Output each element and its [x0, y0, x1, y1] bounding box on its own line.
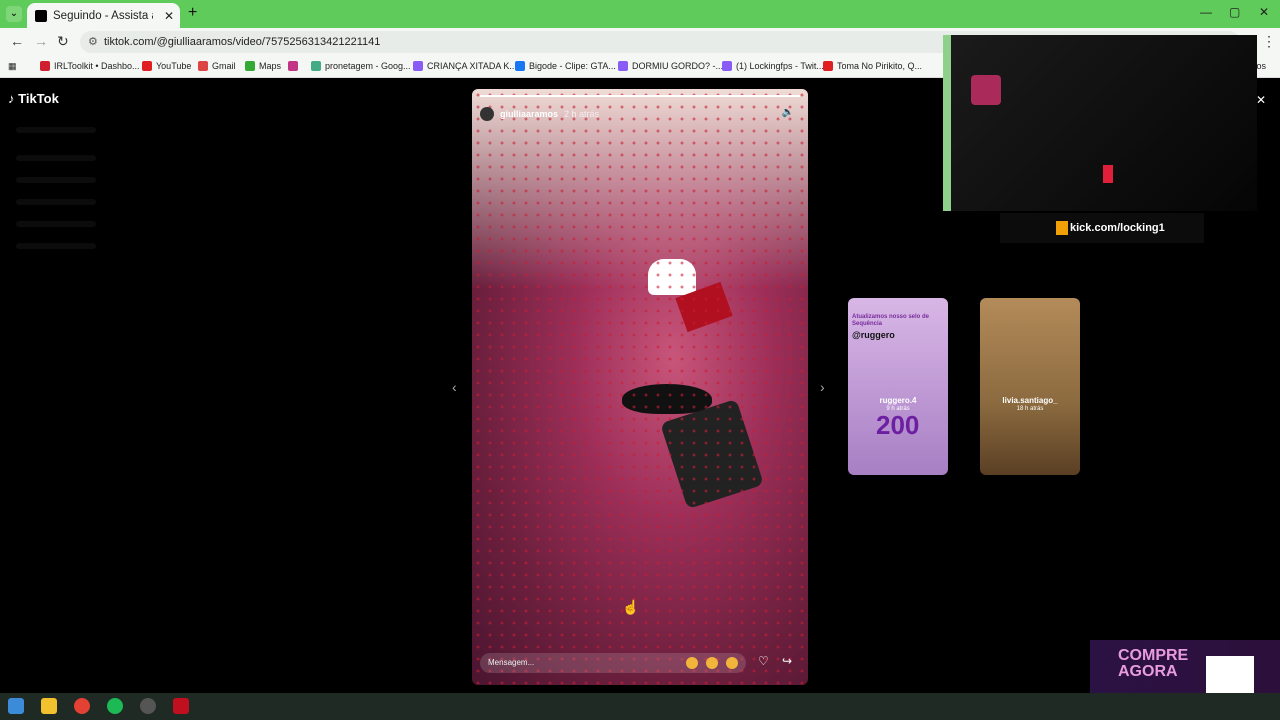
bookmark-favicon-icon: [245, 61, 255, 71]
bookmark-item[interactable]: pronetagem - Goog...: [311, 61, 411, 71]
bookmark-item[interactable]: [288, 61, 302, 71]
story-progress-fill: [480, 95, 800, 97]
bookmark-favicon-icon: [40, 61, 50, 71]
bookmark-label: IRLToolkit • Dashbo...: [54, 61, 140, 71]
kick-logo-icon: [1056, 221, 1068, 235]
bookmark-favicon-icon: [722, 61, 732, 71]
card-big-number: 200: [876, 410, 920, 440]
bookmark-item[interactable]: (1) Lockingfps - Twit...: [722, 61, 824, 71]
bookmark-label: DORMIU GORDO? -...: [632, 61, 724, 71]
browser-tab-strip: ⌄ Seguindo - Assista aos vídeos ✕ + — ▢ …: [0, 0, 1280, 28]
kick-url: kick.com/locking1: [1070, 222, 1165, 234]
card-time: 18 h atrás: [1016, 406, 1044, 412]
sidebar-placeholder: [16, 155, 96, 161]
webcam-edge: [943, 35, 951, 211]
back-arrow-icon[interactable]: ←: [10, 33, 24, 49]
bookmark-item[interactable]: IRLToolkit • Dashbo...: [40, 61, 140, 71]
bookmark-label: Gmail: [212, 61, 236, 71]
bookmark-favicon-icon: [413, 61, 423, 71]
app-icon[interactable]: [173, 698, 189, 714]
story-card-livia[interactable]: livia.santiago_ 18 h atrás: [980, 298, 1080, 475]
new-tab-button[interactable]: +: [188, 4, 197, 22]
tab-search-button[interactable]: ⌄: [6, 6, 22, 22]
bookmark-item[interactable]: YouTube: [142, 61, 191, 71]
bookmark-label: Bigode - Clipe: GTA...: [529, 61, 616, 71]
tab-title: Seguindo - Assista aos vídeos: [53, 9, 153, 22]
webcam-light: [1103, 165, 1113, 183]
bookmark-favicon-icon: [311, 61, 321, 71]
bookmark-item[interactable]: DORMIU GORDO? -...: [618, 61, 723, 71]
dots-filter-overlay: [472, 89, 808, 685]
windows-start-icon[interactable]: [8, 698, 24, 714]
menu-icon[interactable]: ⋮: [1262, 33, 1276, 50]
reload-icon[interactable]: ↻: [57, 33, 69, 50]
bookmark-item[interactable]: Gmail: [198, 61, 236, 71]
spotify-icon[interactable]: [107, 698, 123, 714]
card-username: livia.santiago_: [1002, 396, 1058, 405]
story-viewer[interactable]: giulliaaramos 2 h atrás 🔈 Mensagem... ♡ …: [472, 89, 808, 685]
close-tab-icon[interactable]: ✕: [164, 9, 174, 23]
webcam-light: [971, 75, 1001, 105]
story-time: 2 h atrás: [564, 109, 600, 119]
address-url: tiktok.com/@giulliaaramos/video/75752563…: [104, 36, 381, 48]
bookmark-label: CRIANÇA XITADA K...: [427, 61, 517, 71]
tiktok-favicon-icon: [35, 9, 47, 22]
browser-tab[interactable]: Seguindo - Assista aos vídeos ✕: [27, 3, 180, 28]
sidebar-placeholder: [16, 199, 96, 205]
card-handle: @ruggero: [852, 330, 895, 340]
heart-eyes-emoji-icon[interactable]: [686, 657, 698, 669]
obs-icon[interactable]: [140, 698, 156, 714]
kick-banner: kick.com/locking1: [1000, 213, 1204, 243]
story-header: giulliaaramos 2 h atrás: [480, 107, 599, 121]
bookmark-favicon-icon: [198, 61, 208, 71]
story-username[interactable]: giulliaaramos: [500, 109, 558, 119]
webcam-overlay: [943, 35, 1257, 211]
sidebar-placeholder: [16, 243, 96, 249]
apps-grid-icon[interactable]: ▦: [8, 61, 17, 72]
sidebar-placeholder: [16, 221, 96, 227]
next-story-arrow[interactable]: ›: [820, 379, 825, 395]
ad-text: COMPRE AGORA: [1118, 647, 1189, 680]
bookmark-favicon-icon: [288, 61, 298, 71]
chrome-icon[interactable]: [74, 698, 90, 714]
laughing-emoji-icon[interactable]: [706, 657, 718, 669]
card-username: ruggero.4: [879, 396, 917, 405]
bookmark-item[interactable]: Toma No Pirikito, Q...: [823, 61, 922, 71]
bookmark-item[interactable]: Maps: [245, 61, 281, 71]
minimize-button[interactable]: —: [1200, 5, 1212, 19]
bookmark-favicon-icon: [142, 61, 152, 71]
volume-icon[interactable]: 🔈: [782, 107, 794, 118]
bookmark-item[interactable]: Bigode - Clipe: GTA...: [515, 61, 616, 71]
wow-emoji-icon[interactable]: [726, 657, 738, 669]
close-window-button[interactable]: ✕: [1259, 5, 1269, 19]
bookmark-favicon-icon: [515, 61, 525, 71]
like-heart-icon[interactable]: ♡: [758, 654, 769, 668]
bookmark-label: Toma No Pirikito, Q...: [837, 61, 923, 71]
bookmark-label: (1) Lockingfps - Twit...: [736, 61, 824, 71]
forward-arrow-icon[interactable]: →: [34, 33, 48, 49]
close-viewer-icon[interactable]: ✕: [1256, 93, 1266, 107]
previous-story-arrow[interactable]: ‹: [452, 379, 457, 395]
site-info-icon[interactable]: ⚙: [88, 31, 98, 53]
bookmark-label: Maps: [259, 61, 282, 71]
file-explorer-icon[interactable]: [41, 698, 57, 714]
card-text-line: Atualizamos nosso selo de: [852, 314, 930, 320]
card-text-line: Sequência: [852, 321, 883, 327]
story-progress-bar: [480, 95, 800, 97]
bookmark-label: YouTube: [156, 61, 192, 71]
sidebar-placeholder: [16, 177, 96, 183]
bookmark-label: pronetagem - Goog...: [325, 61, 411, 71]
windows-taskbar: [0, 693, 1280, 720]
avatar[interactable]: [480, 107, 494, 121]
share-icon[interactable]: ↪: [782, 654, 792, 668]
bookmark-favicon-icon: [618, 61, 628, 71]
hand-cursor-icon: ☝: [622, 599, 640, 615]
bookmark-item[interactable]: CRIANÇA XITADA K...: [413, 61, 517, 71]
maximize-button[interactable]: ▢: [1229, 5, 1240, 19]
story-card-ruggero[interactable]: Atualizamos nosso selo de Sequência @rug…: [848, 298, 948, 475]
sidebar-placeholder: [16, 127, 96, 133]
tiktok-logo[interactable]: ♪ TikTok: [8, 91, 59, 106]
bookmark-favicon-icon: [823, 61, 833, 71]
